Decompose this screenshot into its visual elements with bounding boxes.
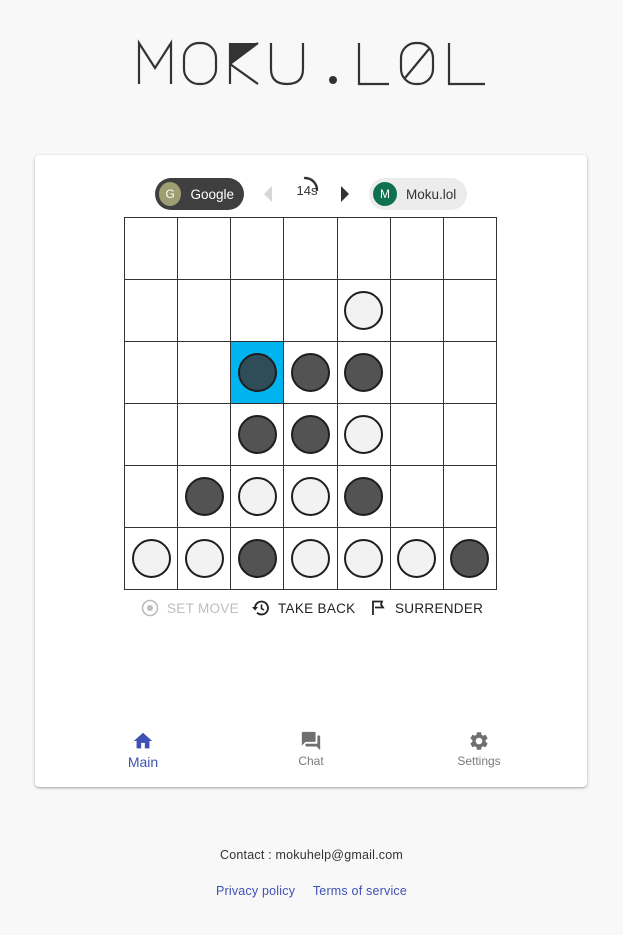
board-cell[interactable] [231,466,285,528]
logo [0,38,623,88]
tab-chat-label: Chat [298,754,324,768]
player1-avatar: G [159,182,182,206]
tab-main-label: Main [127,754,159,770]
bottom-tabs: Main Chat Settings [35,730,587,780]
board-cell[interactable] [284,404,338,466]
set-move-button[interactable]: SET MOVE [141,595,239,621]
black-stone [450,539,490,578]
player-black-chip[interactable]: G Google [155,178,244,210]
tab-settings-label: Settings [457,754,501,768]
player-white-chip[interactable]: M Moku.lol [369,178,467,210]
game-card: G Google 14s M Moku.lol SET MOVE TAKE BA… [35,155,587,787]
player1-name: Google [190,186,234,202]
set-move-label: SET MOVE [167,600,239,616]
black-stone [237,353,277,392]
player2-name: Moku.lol [406,186,457,202]
prev-move-icon[interactable] [264,186,272,202]
board-cell[interactable] [337,466,391,528]
board-cell[interactable] [337,218,391,280]
chat-icon [301,731,321,751]
board-cell[interactable] [284,342,338,404]
target-icon [141,599,159,617]
board-cell-last-move[interactable] [231,342,285,404]
board-cell[interactable] [390,280,444,342]
board-cell[interactable] [284,280,338,342]
board-cell[interactable] [178,280,232,342]
board-cell[interactable] [443,528,497,590]
white-stone [397,539,437,578]
contact-text: Contact : mokuhelp@gmail.com [220,848,403,862]
tab-chat[interactable]: Chat [261,730,361,768]
white-stone [184,539,224,578]
white-stone [344,539,384,578]
history-icon [252,600,269,616]
white-stone [131,539,171,578]
board-cell[interactable] [390,218,444,280]
board-cell[interactable] [443,342,497,404]
white-stone [344,291,384,330]
board-cell[interactable] [443,218,497,280]
surrender-button[interactable]: SURRENDER [369,595,483,621]
gear-icon [470,732,488,750]
board-cell[interactable] [125,218,179,280]
board-cell[interactable] [231,528,285,590]
privacy-policy-link[interactable]: Privacy policy [216,884,295,898]
board-cell[interactable] [125,342,179,404]
timer-label: 14s [296,183,318,198]
terms-of-service-link[interactable]: Terms of service [313,884,407,898]
home-icon [133,732,153,749]
board-cell[interactable] [390,466,444,528]
white-stone [344,415,384,454]
board-cell[interactable] [443,466,497,528]
board-cell[interactable] [125,280,179,342]
board-cell[interactable] [284,466,338,528]
players-bar: G Google 14s M Moku.lol [35,176,587,210]
surrender-label: SURRENDER [395,600,484,616]
board-cell[interactable] [443,404,497,466]
action-bar: SET MOVE TAKE BACK SURRENDER [35,595,587,621]
board-cell[interactable] [125,466,179,528]
black-stone [344,353,384,392]
game-board[interactable] [124,217,497,590]
board-cell[interactable] [178,218,232,280]
black-stone [237,539,277,578]
board-cell[interactable] [125,528,179,590]
white-stone [290,539,330,578]
footer-links: Privacy policy Terms of service [0,884,623,898]
board-cell[interactable] [125,404,179,466]
board-cell[interactable] [284,528,338,590]
player2-avatar: M [373,182,397,206]
white-stone [237,477,277,516]
take-back-label: TAKE BACK [278,600,356,616]
board-cell[interactable] [337,280,391,342]
board-cell[interactable] [390,404,444,466]
tab-main[interactable]: Main [93,730,193,770]
black-stone [290,353,330,392]
board-cell[interactable] [337,404,391,466]
board-cell[interactable] [231,280,285,342]
board-cell[interactable] [231,404,285,466]
board-cell[interactable] [390,528,444,590]
black-stone [184,477,224,516]
board-cell[interactable] [337,528,391,590]
board-cell[interactable] [231,218,285,280]
tab-settings[interactable]: Settings [429,730,529,768]
board-cell[interactable] [284,218,338,280]
next-move-icon[interactable] [341,186,349,202]
moku-lol-logo [137,39,485,86]
black-stone [290,415,330,454]
black-stone [237,415,277,454]
board-cell[interactable] [178,528,232,590]
take-back-button[interactable]: TAKE BACK [251,595,355,621]
board-cell[interactable] [443,280,497,342]
board-cell[interactable] [390,342,444,404]
board-cell[interactable] [178,466,232,528]
flag-icon [372,600,385,615]
board-cell[interactable] [178,342,232,404]
white-stone [290,477,330,516]
board-cell[interactable] [337,342,391,404]
board-cell[interactable] [178,404,232,466]
black-stone [344,477,384,516]
